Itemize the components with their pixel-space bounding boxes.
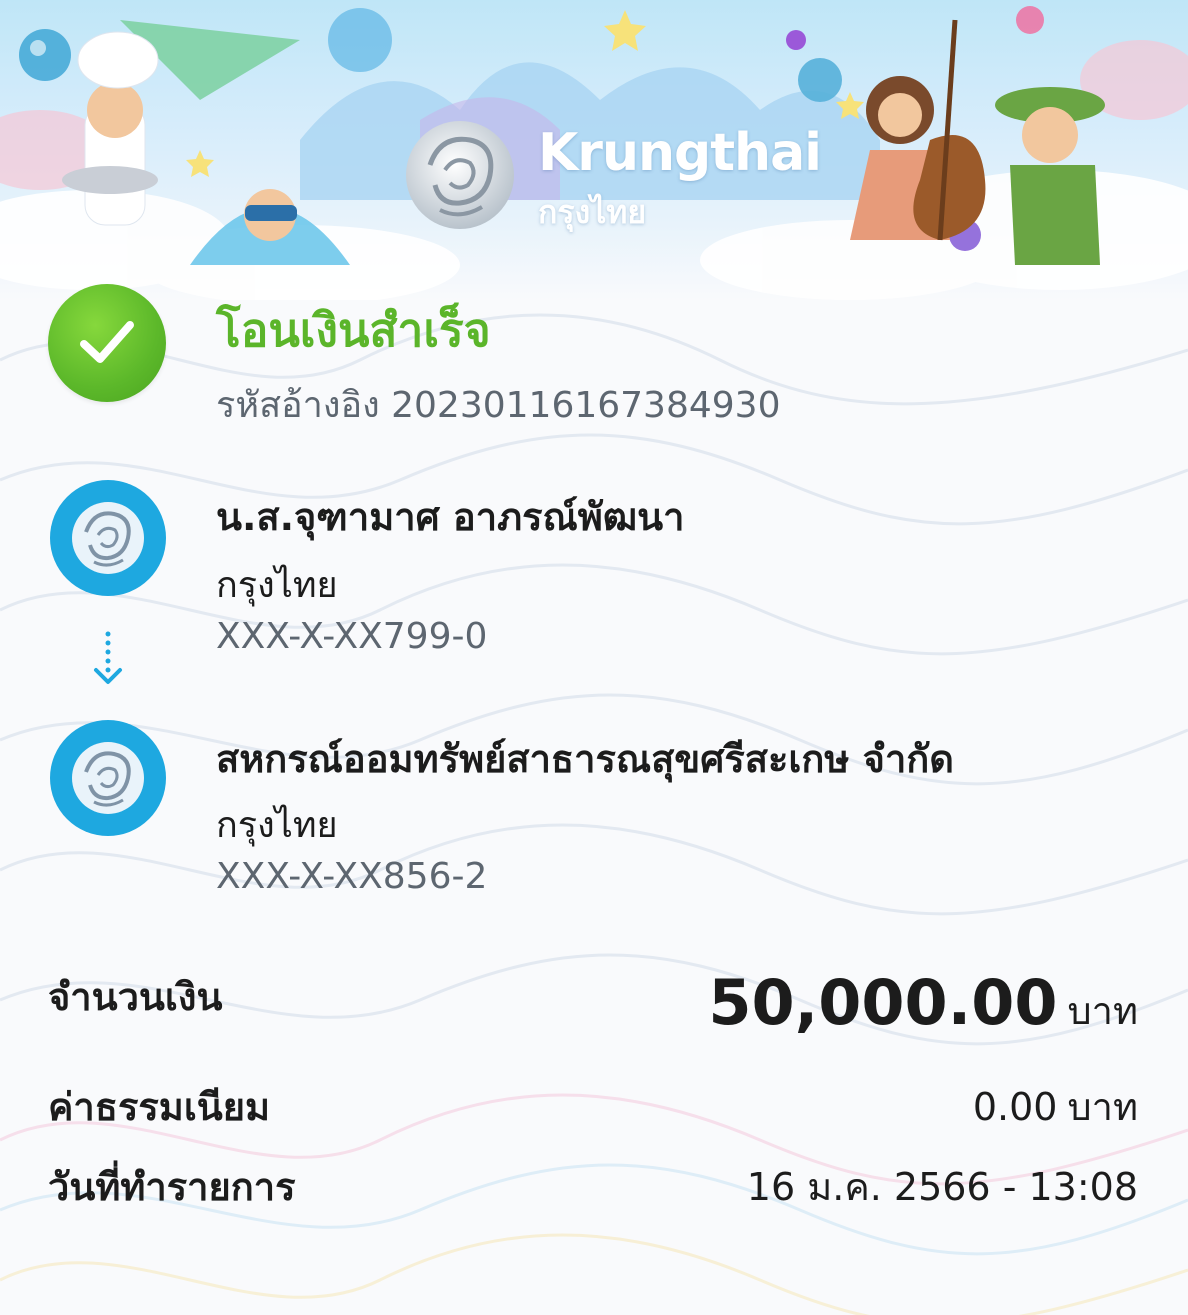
amount-unit: บาท [1067, 989, 1138, 1033]
receiver-bank: กรุงไทย [216, 805, 338, 846]
amount-label: จำนวนเงิน [48, 975, 223, 1019]
sender-bank-logo [50, 480, 166, 596]
receiver-name: สหกรณ์ออมทรัพย์สาธารณสุขศรีสะเกษ จำกัด [216, 737, 954, 781]
amount-value: 50,000.00 [708, 966, 1058, 1039]
status-title: โอนเงินสำเร็จ [216, 303, 491, 357]
fee-label: ค่าธรรมเนียม [48, 1085, 271, 1129]
krungthai-logo-icon [72, 742, 144, 814]
date-label: วันที่ทำรายการ [48, 1165, 296, 1209]
sender-account: XXX-X-XX799-0 [216, 616, 488, 657]
krungthai-logo-icon [72, 502, 144, 574]
date-value: 16 ม.ค. 2566 - 13:08 [746, 1165, 1138, 1209]
arrow-down-icon [94, 631, 122, 684]
check-icon [80, 321, 134, 363]
sender-bank: กรุงไทย [216, 565, 338, 606]
receiver-account: XXX-X-XX856-2 [216, 856, 488, 897]
reference-label: รหัสอ้างอิง [216, 385, 380, 426]
amount-value-row: 50,000.00 บาท [708, 966, 1138, 1041]
success-badge [48, 284, 166, 402]
sender-name: น.ส.จุฑามาศ อาภรณ์พัฒนา [216, 495, 685, 539]
fee-unit: บาท [1067, 1085, 1138, 1129]
fee-value-row: 0.00 บาท [973, 1076, 1138, 1137]
reference-number: 2023011616738493​0 [391, 385, 781, 426]
receiver-bank-logo [50, 720, 166, 836]
transfer-slip: โอนเงินสำเร็จ รหัสอ้างอิง 20230116167384… [0, 0, 1188, 1315]
fee-value: 0.00 [972, 1085, 1058, 1129]
reference-line: รหัสอ้างอิง 2023011616738493​0 [216, 376, 780, 433]
